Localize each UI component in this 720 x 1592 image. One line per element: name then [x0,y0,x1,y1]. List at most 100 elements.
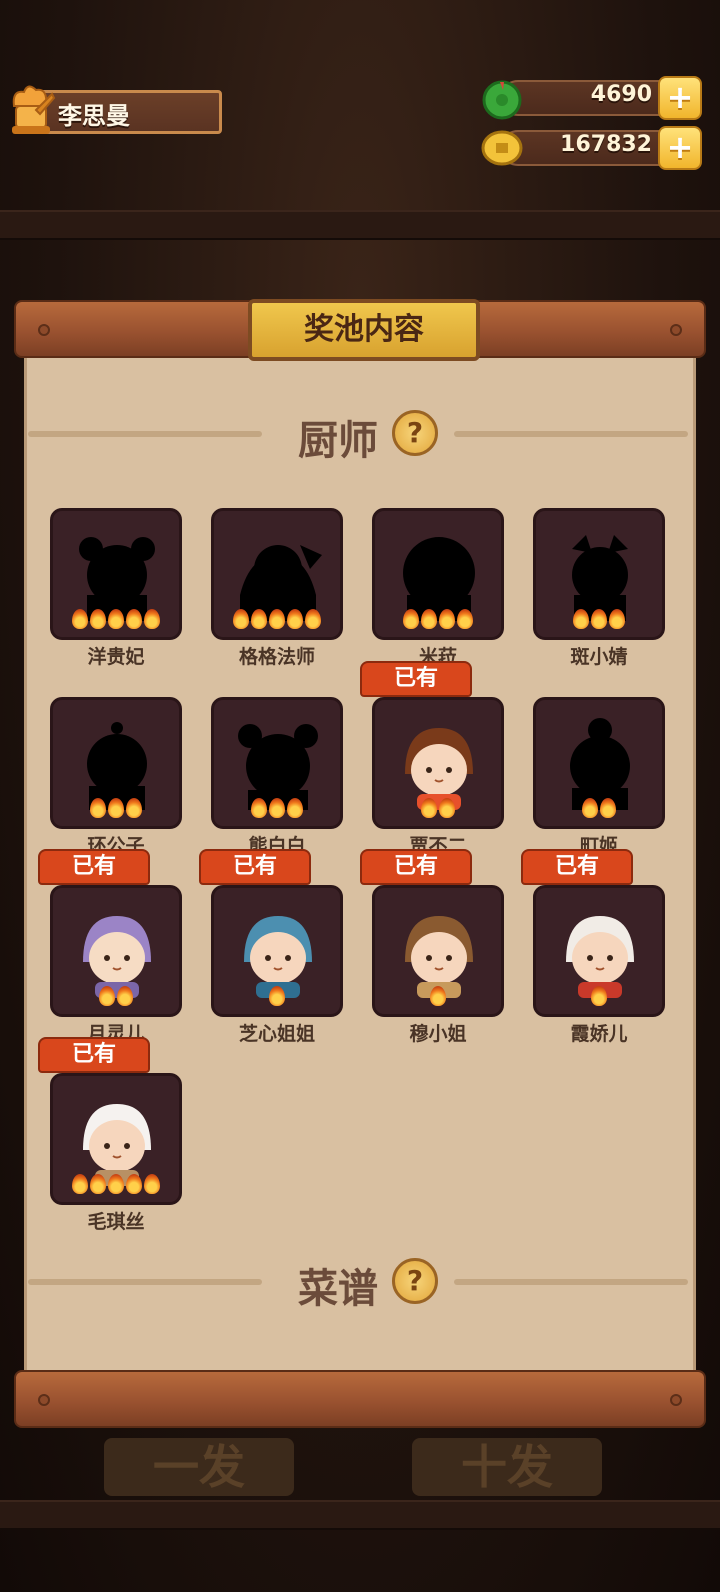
silhouette-icon [570,718,630,810]
rarity-flames [375,986,501,1010]
player-name: 李思曼 [58,102,130,130]
flame-icon [90,1174,106,1194]
flame-icon [287,798,303,818]
coin-resource: 167832 + [480,126,702,170]
flame-icon [108,1174,124,1194]
silhouette-icon [240,545,322,621]
chef-section-header: 厨师 ? [24,402,696,464]
flame-icon [126,1174,142,1194]
owned-badge: 已有 [360,849,473,885]
flame-icon [72,1174,88,1194]
divider-line [454,1279,688,1285]
flame-icon [582,798,598,818]
chef-name: 毛琪丝 [87,1211,145,1233]
recipe-help-button[interactable]: ? [392,1258,438,1304]
flame-icon [108,798,124,818]
flame-icon [144,609,160,629]
owned-badge: 已有 [521,849,634,885]
chef-portrait [50,1073,182,1205]
add-jade-button[interactable]: + [658,76,702,120]
jade-value: 4690 [590,82,652,107]
add-coin-button[interactable]: + [658,126,702,170]
flame-icon [591,986,607,1006]
chef-portrait [211,885,343,1017]
flame-icon [233,609,249,629]
chef-portrait [50,885,182,1017]
flame-icon [421,798,437,818]
chef-avatar-icon [405,728,473,810]
flame-icon [439,609,455,629]
flame-icon [430,986,446,1006]
silhouette-icon [238,724,318,810]
chef-avatar-icon [244,916,312,998]
player-card[interactable]: 李思曼 [6,85,224,138]
flame-icon [269,986,285,1006]
chef-avatar-icon [83,1104,151,1186]
chef-silhouette [50,508,182,640]
jade-resource: 4690 + [480,76,702,120]
divider-line [28,1279,262,1285]
silhouette-icon [403,537,475,621]
rarity-flames [375,798,501,822]
chef-avatar-icon [566,916,634,998]
rod-pin [38,1394,50,1406]
rarity-flames [53,1174,179,1198]
flame-icon [609,609,625,629]
chef-silhouette [533,697,665,829]
flame-icon [144,1174,160,1194]
flame-icon [99,986,115,1006]
recipe-section-title: 菜谱 [298,1266,378,1312]
divider-line [28,431,262,437]
chef-portrait [372,885,504,1017]
owned-badge: 已有 [38,849,151,885]
chef-silhouette [372,508,504,640]
flame-icon [117,986,133,1006]
chef-name: 斑小婧 [570,646,628,668]
chef-silhouette [50,697,182,829]
flame-icon [251,798,267,818]
flame-icon [421,609,437,629]
chef-name: 格格法师 [238,646,315,668]
silhouette-icon [572,535,628,621]
owned-badge: 已有 [38,1037,151,1073]
chef-avatar-icon [83,916,151,998]
owned-badge: 已有 [360,661,473,697]
rarity-flames [214,609,340,633]
flame-icon [269,609,285,629]
flame-icon [600,798,616,818]
flame-icon [403,609,419,629]
rarity-flames [536,986,662,1010]
rarity-flames [375,609,501,633]
flame-icon [72,609,88,629]
scroll-bottom-rod [14,1370,706,1428]
recipe-section-header: 菜谱 ? [24,1250,696,1312]
background-beam [0,210,720,240]
draw-ten-button[interactable]: 十发 [412,1438,602,1496]
coin-value: 167832 [560,132,652,157]
flame-icon [269,798,285,818]
chef-name: 穆小姐 [409,1023,467,1045]
flame-icon [287,609,303,629]
flame-icon [573,609,589,629]
rod-pin [670,1394,682,1406]
flame-icon [251,609,267,629]
rarity-flames [53,986,179,1010]
flame-icon [457,609,473,629]
chef-silhouette [533,508,665,640]
chef-name: 洋贵妃 [87,646,145,668]
chef-avatar-icon [405,916,473,998]
rarity-flames [536,609,662,633]
flame-icon [90,609,106,629]
flame-icon [305,609,321,629]
chef-hat-icon [12,85,56,134]
divider-line [454,431,688,437]
chef-help-button[interactable]: ? [392,410,438,456]
rarity-flames [53,609,179,633]
silhouette-icon [79,537,155,621]
silhouette-icon [87,722,147,810]
draw-one-button[interactable]: 一发 [104,1438,294,1496]
coin-icon [481,130,523,166]
flame-icon [439,798,455,818]
chef-portrait [372,697,504,829]
chef-portrait [533,885,665,1017]
